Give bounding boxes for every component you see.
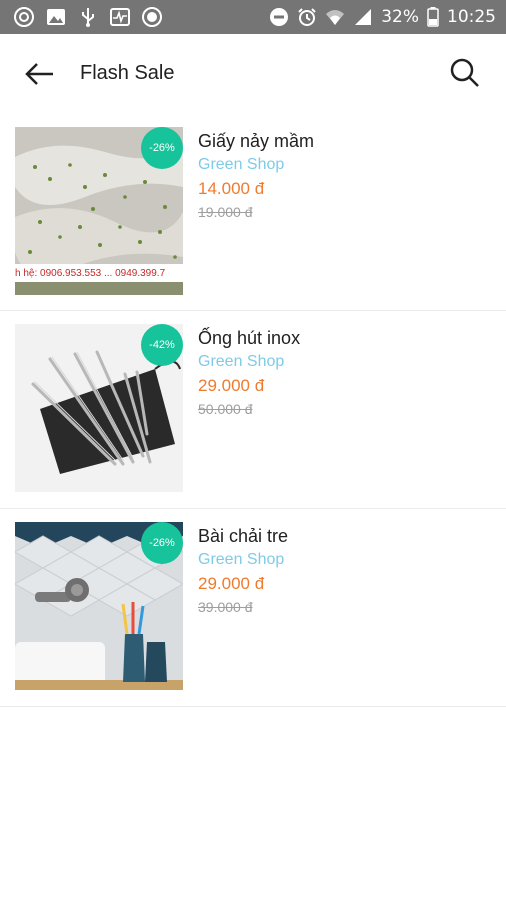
product-item[interactable]: -42% Ống hút inox Green Shop 29.000 đ 50…: [0, 311, 506, 509]
original-price: 50.000 đ: [198, 401, 253, 417]
discount-badge: -42%: [141, 324, 183, 366]
usb-icon: [82, 8, 94, 27]
original-price: 39.000 đ: [198, 599, 253, 615]
original-price: 19.000 đ: [198, 204, 253, 220]
app-bar: Flash Sale: [0, 34, 506, 114]
chrome-icon: [14, 7, 34, 27]
product-name: Bài chải tre: [198, 526, 289, 546]
back-button[interactable]: [22, 56, 58, 92]
product-item[interactable]: h hệ: 0906.953.553 ... 0949.399.7 -26% G…: [0, 114, 506, 311]
discount-badge: -26%: [141, 127, 183, 169]
search-icon: [450, 58, 479, 87]
status-bar: 32% 10:25: [0, 0, 506, 34]
product-name: Giấy nảy mầm: [198, 131, 315, 151]
search-button[interactable]: [446, 54, 484, 92]
arrow-left-icon: [25, 63, 53, 85]
battery-icon: [427, 7, 439, 27]
activity-icon: [110, 8, 130, 26]
image-icon: [47, 9, 65, 25]
battery-percent: 32%: [381, 7, 419, 27]
shop-name[interactable]: Green Shop: [198, 353, 284, 371]
product-list: h hệ: 0906.953.553 ... 0949.399.7 -26% G…: [0, 114, 506, 707]
system-icons: 32% 10:25: [269, 0, 496, 34]
discount-badge: -26%: [141, 522, 183, 564]
clock: 10:25: [447, 7, 496, 27]
do-not-disturb-icon: [270, 8, 289, 26]
page-title: Flash Sale: [80, 62, 175, 84]
notification-icons: [14, 7, 162, 27]
image-caption: h hệ: 0906.953.553 ... 0949.399.7: [15, 268, 166, 279]
wifi-icon: [326, 10, 345, 25]
record-icon: [142, 7, 162, 27]
signal-icon: [355, 9, 372, 25]
sale-price: 29.000 đ: [198, 376, 265, 395]
sale-price: 29.000 đ: [198, 574, 265, 593]
product-item[interactable]: -26% Bài chải tre Green Shop 29.000 đ 39…: [0, 509, 506, 707]
product-name: Ống hút inox: [198, 328, 301, 348]
alarm-icon: [298, 8, 316, 26]
sale-price: 14.000 đ: [198, 179, 265, 198]
shop-name[interactable]: Green Shop: [198, 156, 284, 174]
shop-name[interactable]: Green Shop: [198, 551, 284, 569]
